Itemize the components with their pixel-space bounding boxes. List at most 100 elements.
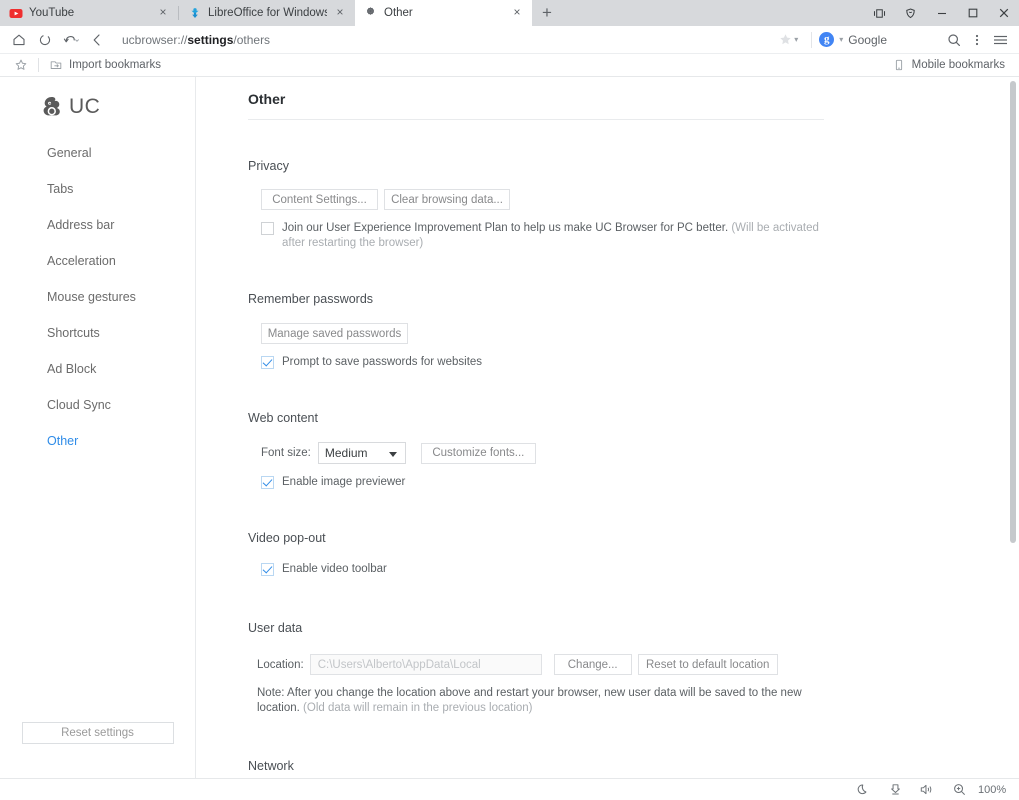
chevron-down-icon[interactable]: ▾	[794, 35, 798, 44]
shield-icon[interactable]	[895, 0, 926, 26]
new-tab-button[interactable]: +	[532, 0, 562, 26]
bookmark-import-bookmarks[interactable]: Import bookmarks	[43, 55, 167, 76]
clear-browsing-data-button[interactable]: Clear browsing data...	[384, 189, 510, 210]
mobile-device-icon	[892, 58, 906, 72]
speaker-icon[interactable]	[911, 780, 943, 800]
content-settings-button[interactable]: Content Settings...	[261, 189, 378, 210]
back-arrow-icon[interactable]	[84, 27, 110, 53]
scrollbar-track[interactable]	[1007, 77, 1019, 778]
address-bar-input[interactable]: ucbrowser://settings/others	[110, 27, 778, 53]
section-user-data: User data Location: Change... Reset to d…	[196, 621, 1019, 716]
sidebar-item-cloud-sync[interactable]: Cloud Sync	[0, 387, 195, 423]
sidebar-item-general[interactable]: General	[0, 135, 195, 171]
location-input[interactable]	[309, 654, 542, 675]
sidebar-item-ad-block[interactable]: Ad Block	[0, 351, 195, 387]
video-toolbar-label: Enable video toolbar	[282, 563, 387, 575]
browser-tab-youtube[interactable]: YouTube ×	[0, 0, 178, 26]
uei-plan-label: Join our User Experience Improvement Pla…	[282, 221, 827, 251]
image-previewer-checkbox[interactable]	[261, 476, 274, 489]
split-screen-icon[interactable]	[864, 0, 895, 26]
window-controls	[864, 0, 1019, 26]
section-remember-passwords: Remember passwords Manage saved password…	[196, 292, 1019, 370]
star-outline-icon[interactable]	[8, 55, 34, 76]
status-bar: 100%	[0, 778, 1019, 800]
uc-logo-text: UC	[69, 95, 101, 118]
chevron-down-icon[interactable]: ▾	[839, 35, 843, 44]
sidebar-item-mouse-gestures[interactable]: Mouse gestures	[0, 279, 195, 315]
moon-icon[interactable]	[847, 780, 879, 800]
user-data-note: Note: After you change the location abov…	[248, 686, 813, 716]
url-prefix: ucbrowser://	[122, 32, 188, 47]
video-toolbar-row[interactable]: Enable video toolbar	[248, 562, 1019, 577]
font-size-label: Font size:	[261, 447, 311, 459]
zoom-in-icon[interactable]	[943, 780, 975, 800]
star-icon[interactable]	[778, 32, 793, 47]
video-toolbar-checkbox[interactable]	[261, 563, 274, 576]
section-network: Network Change proxy settings... UC Brow…	[196, 759, 1019, 778]
sidebar-item-other[interactable]: Other	[0, 423, 195, 459]
uei-plan-checkbox[interactable]	[261, 222, 274, 235]
home-icon[interactable]	[6, 27, 32, 53]
reset-settings-button[interactable]: Reset settings	[21, 722, 174, 744]
manage-saved-passwords-button[interactable]: Manage saved passwords	[261, 323, 408, 344]
prompt-save-passwords-checkbox[interactable]	[261, 356, 274, 369]
uei-plan-text: Join our User Experience Improvement Pla…	[282, 222, 729, 234]
sidebar-item-label: Ad Block	[47, 362, 97, 376]
page-title: Other	[248, 91, 286, 107]
sidebar-item-acceleration[interactable]: Acceleration	[0, 243, 195, 279]
maximize-icon[interactable]	[957, 0, 988, 26]
download-icon[interactable]	[879, 780, 911, 800]
sidebar-item-label: Cloud Sync	[47, 398, 111, 412]
sidebar-item-label: General	[47, 146, 92, 160]
passwords-buttons: Manage saved passwords	[248, 323, 1019, 344]
search-icon[interactable]	[941, 27, 967, 53]
bookmark-divider	[38, 58, 39, 72]
uc-squirrel-icon	[40, 95, 66, 119]
section-heading: Remember passwords	[248, 292, 374, 306]
section-heading: Network	[248, 759, 294, 773]
scrollbar-thumb[interactable]	[1010, 81, 1016, 543]
tab-title: Other	[384, 7, 413, 19]
sidebar-item-tabs[interactable]: Tabs	[0, 171, 195, 207]
libreoffice-icon	[188, 6, 202, 20]
font-size-select-wrap[interactable]: Medium	[317, 442, 406, 464]
zoom-level-label[interactable]: 100%	[975, 784, 1009, 796]
sidebar-item-label: Shortcuts	[47, 326, 100, 340]
browser-tab-other[interactable]: Other ×	[355, 0, 532, 26]
close-icon[interactable]	[988, 0, 1019, 26]
sidebar-item-label: Other	[47, 434, 79, 448]
bookmark-star-group[interactable]: ▾	[778, 32, 804, 47]
tab-close-button[interactable]: ×	[333, 6, 347, 20]
toolbar-divider	[811, 31, 813, 48]
minimize-icon[interactable]	[926, 0, 957, 26]
sidebar-item-label: Address bar	[47, 218, 115, 232]
youtube-icon	[9, 6, 23, 20]
hamburger-menu-icon[interactable]	[987, 27, 1013, 53]
settings-nav-list: General Tabs Address bar Acceleration Mo…	[0, 135, 195, 459]
bookmark-mobile-bookmarks[interactable]: Mobile bookmarks	[886, 55, 1011, 76]
font-size-row: Font size: Medium Customize fonts...	[248, 442, 1019, 464]
sidebar-item-shortcuts[interactable]: Shortcuts	[0, 315, 195, 351]
uei-plan-checkbox-row[interactable]: Join our User Experience Improvement Pla…	[248, 221, 1019, 251]
more-vertical-icon[interactable]	[967, 27, 987, 53]
change-location-button[interactable]: Change...	[553, 654, 632, 675]
reload-icon[interactable]	[32, 27, 58, 53]
section-heading: Web content	[248, 411, 318, 425]
font-size-select[interactable]: Medium	[317, 442, 406, 464]
sidebar-item-label: Mouse gestures	[47, 290, 136, 304]
image-previewer-row[interactable]: Enable image previewer	[248, 475, 1019, 490]
google-badge-icon: g	[819, 32, 835, 47]
browser-window: YouTube × LibreOffice for Windows - Dow …	[0, 0, 1019, 800]
section-heading: Video pop-out	[248, 531, 326, 545]
customize-fonts-button[interactable]: Customize fonts...	[420, 442, 536, 464]
browser-tab-libreoffice[interactable]: LibreOffice for Windows - Dow ×	[179, 0, 355, 26]
tab-close-button[interactable]: ×	[510, 6, 524, 20]
sidebar-item-address-bar[interactable]: Address bar	[0, 207, 195, 243]
search-engine-selector[interactable]: g ▾ Google	[819, 32, 887, 47]
history-back-dropdown-icon[interactable]	[58, 27, 84, 53]
tab-close-button[interactable]: ×	[156, 6, 170, 20]
user-data-location-row: Location: Change... Reset to default loc…	[248, 654, 1019, 675]
section-heading: User data	[248, 621, 303, 635]
prompt-save-passwords-row[interactable]: Prompt to save passwords for websites	[248, 355, 1019, 370]
reset-default-location-button[interactable]: Reset to default location	[637, 654, 778, 675]
